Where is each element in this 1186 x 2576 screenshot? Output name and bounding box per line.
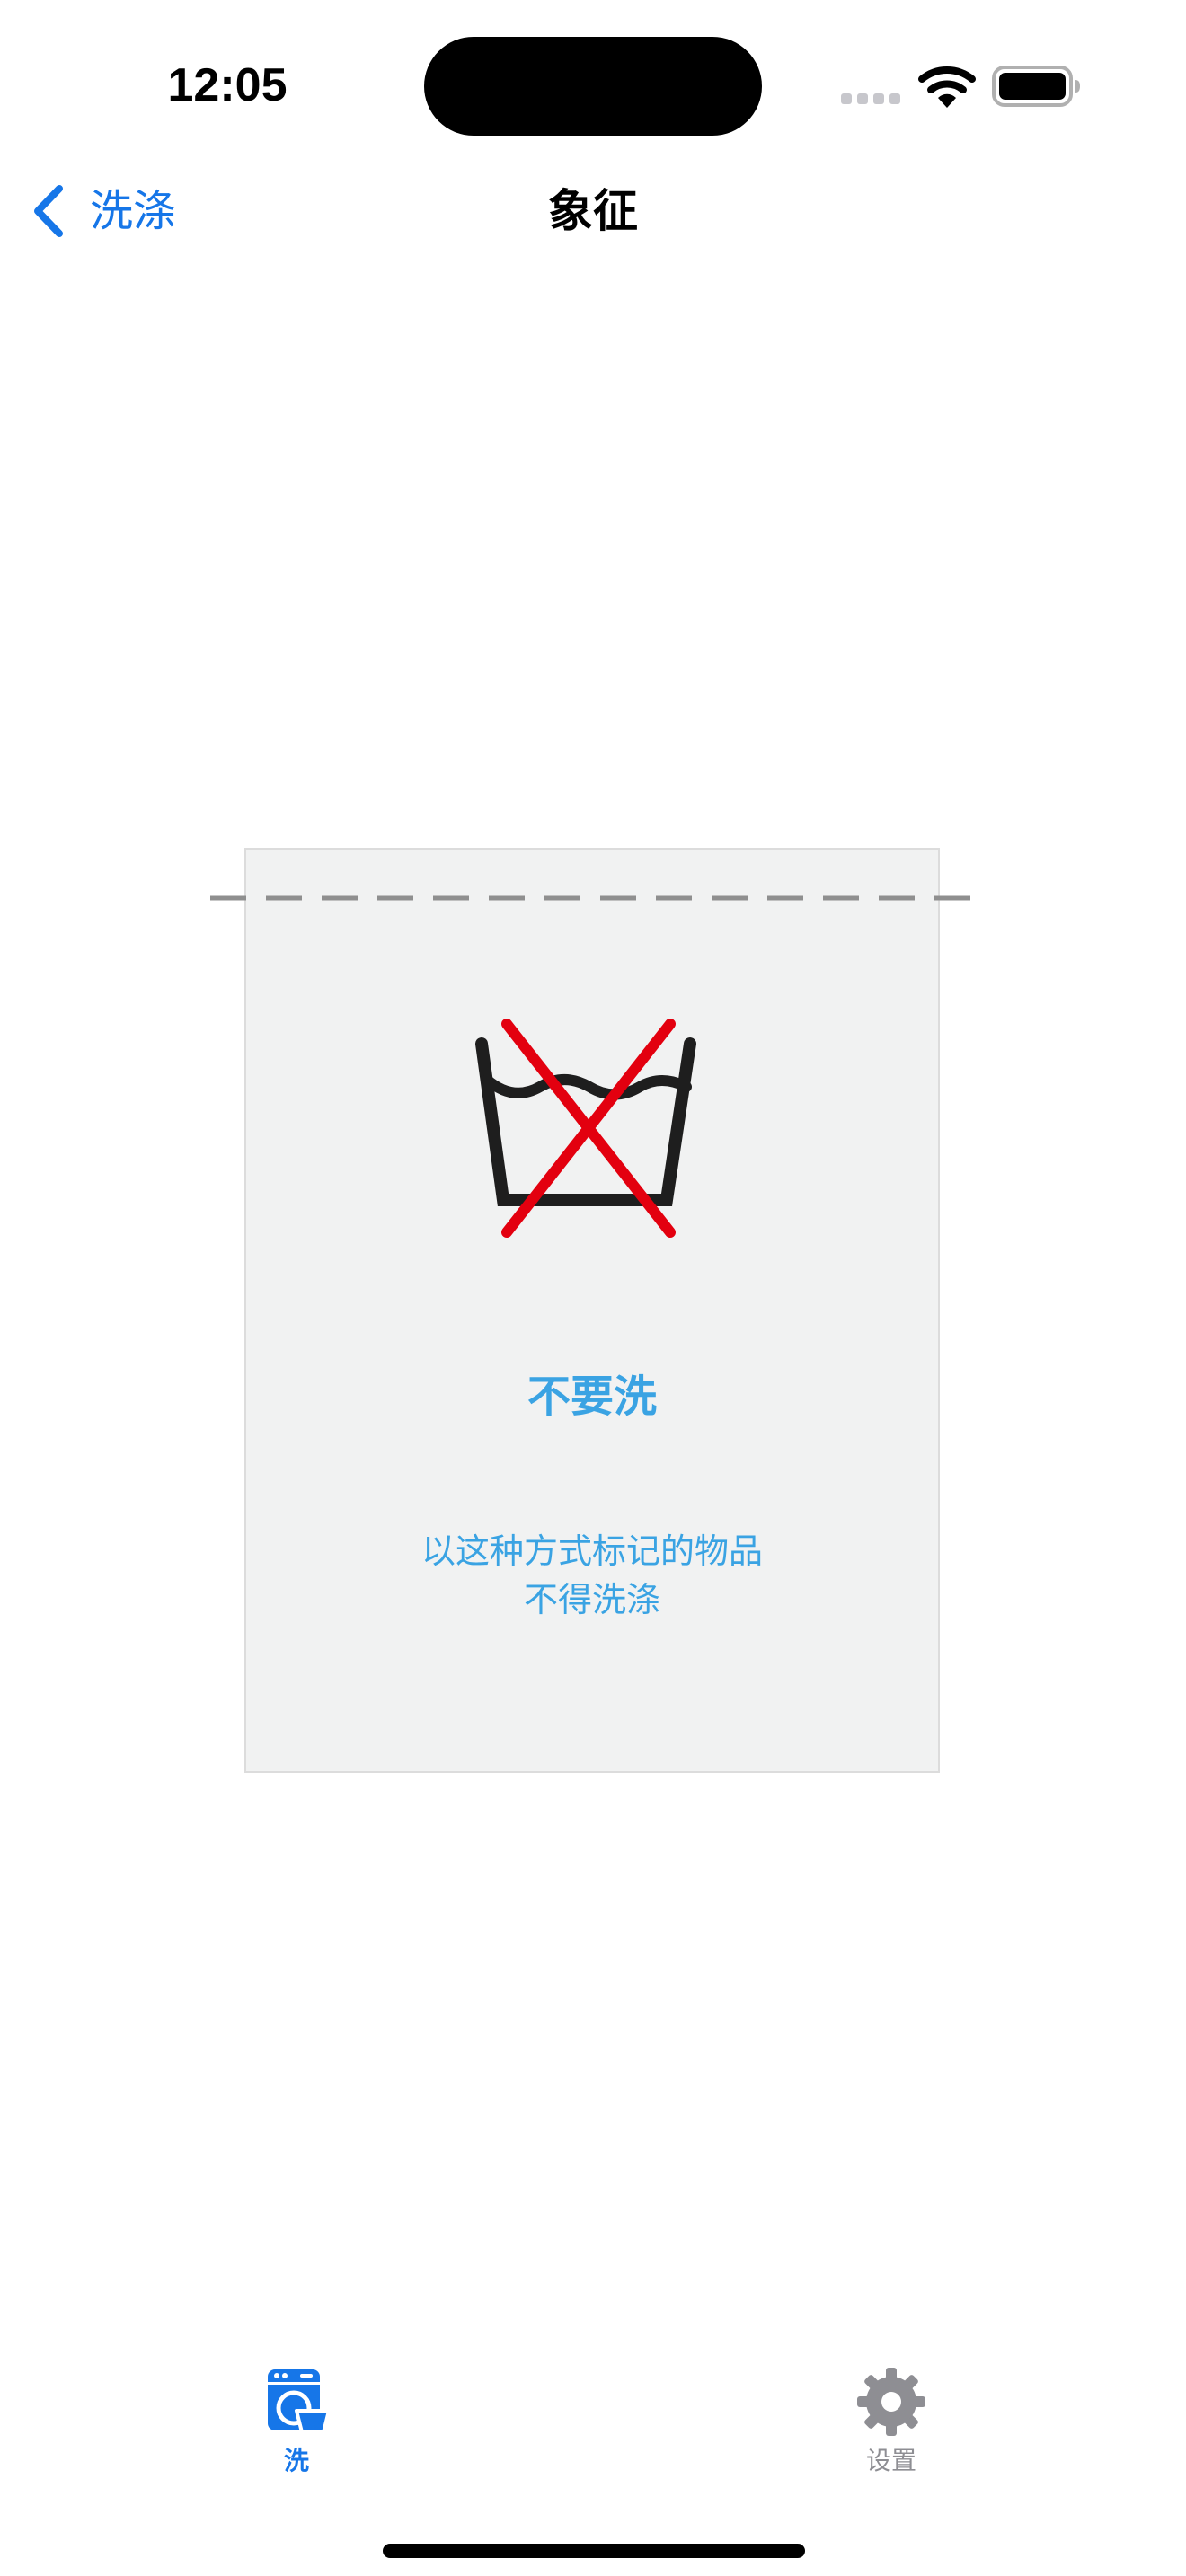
wifi-icon [918,66,976,108]
dynamic-island [424,37,762,136]
page-title: 象征 [548,185,638,237]
symbol-description-line-1: 以这种方式标记的物品 [420,1531,763,1571]
symbol-description: 以这种方式标记的物品 不得洗涤 [244,1527,940,1624]
tab-settings[interactable]: 设置 [757,2344,1026,2497]
status-bar: 12:05 [0,0,1186,171]
gear-icon [857,2368,925,2436]
chevron-left-icon [34,185,63,237]
symbol-title: 不要洗 [527,1372,657,1422]
washing-machine-icon [268,2369,331,2434]
do-not-wash-icon [475,1019,696,1238]
tab-wash[interactable]: 洗 [162,2344,431,2497]
back-button[interactable]: 洗涤 [31,171,176,251]
battery-icon [992,66,1080,107]
back-button-label: 洗涤 [90,186,177,236]
tab-wash-label: 洗 [283,2446,309,2475]
tab-bar: 洗 设置 [0,2344,1186,2576]
status-time: 12:05 [167,59,288,111]
symbol-description-line-2: 不得洗涤 [523,1580,660,1619]
label-seam-dashed-line [210,895,976,901]
cellular-signal-icon [841,93,900,104]
navigation-bar: 洗涤 象征 [0,171,1186,251]
care-label-card [244,848,940,1773]
home-indicator [383,2544,805,2558]
tab-settings-label: 设置 [865,2446,916,2475]
